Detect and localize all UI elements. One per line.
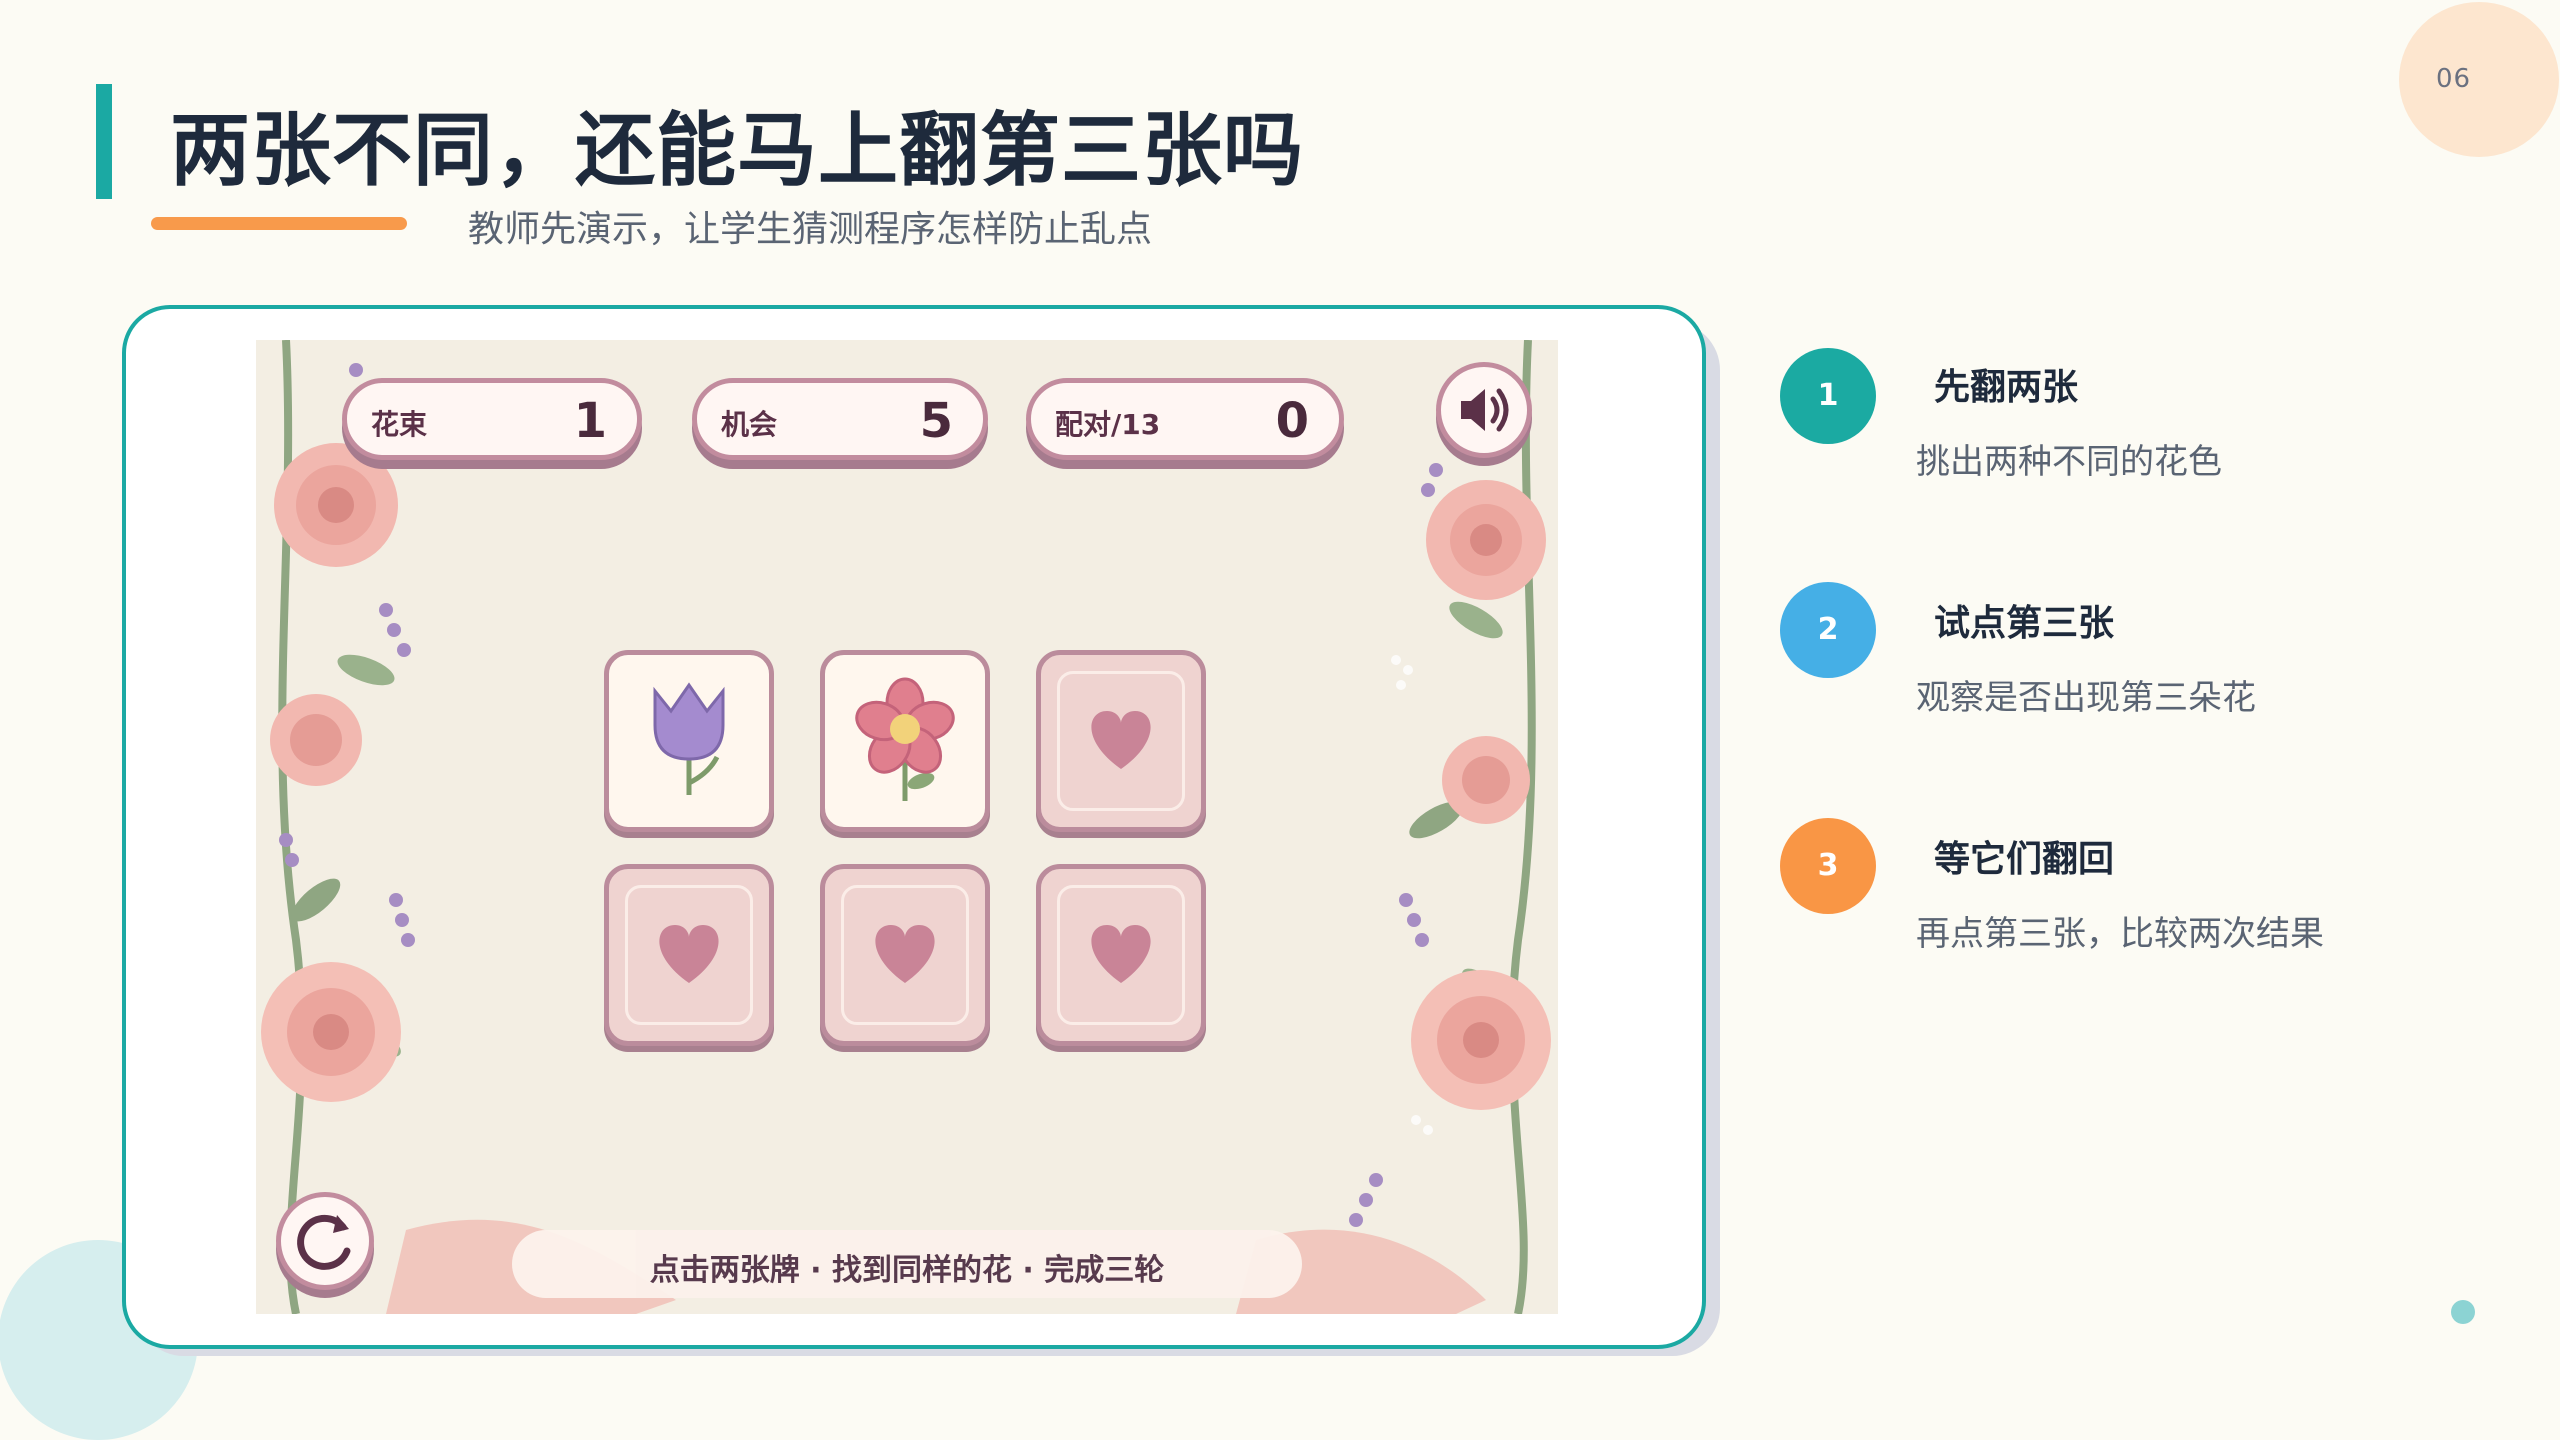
step-2-badge: 2 — [1780, 582, 1876, 678]
card-5[interactable] — [820, 864, 990, 1046]
pairs-label: 配对/13 — [1055, 408, 1161, 441]
replay-button[interactable] — [276, 1192, 374, 1290]
heart-icon — [1091, 925, 1151, 983]
heart-icon — [875, 925, 935, 983]
bouquet-label: 花束 — [371, 408, 428, 441]
chances-value: 5 — [919, 393, 953, 449]
step-3-badge: 3 — [1780, 818, 1876, 914]
card-1[interactable] — [604, 650, 774, 832]
page-subtitle: 教师先演示，让学生猜测程序怎样防止乱点 — [468, 209, 1153, 250]
card-6[interactable] — [1036, 864, 1206, 1046]
hint-text: 点击两张牌 · 找到同样的花 · 完成三轮 — [649, 1253, 1165, 1288]
card-4[interactable] — [604, 864, 774, 1046]
step-3-desc: 再点第三张，比较两次结果 — [1916, 914, 2324, 954]
heart-icon — [1091, 711, 1151, 769]
pairs-counter: 配对/13 0 — [1026, 378, 1344, 460]
decor-dot — [2451, 1300, 2475, 1324]
step-2-desc: 观察是否出现第三朵花 — [1916, 678, 2256, 718]
memory-game-screen: 花束 1 机会 5 配对/13 0 点击两张牌 · 找到同样的花 · 完成三轮 — [256, 340, 1558, 1314]
heart-icon — [659, 925, 719, 983]
title-accent-bar — [96, 84, 112, 199]
step-2-title: 试点第三张 — [1934, 603, 2115, 644]
sound-button[interactable] — [1436, 362, 1532, 458]
step-1-badge: 1 — [1780, 348, 1876, 444]
tulip-icon — [653, 682, 725, 795]
bouquet-value: 1 — [573, 393, 607, 449]
bouquet-counter: 花束 1 — [342, 378, 642, 460]
hint-bar: 点击两张牌 · 找到同样的花 · 完成三轮 — [512, 1230, 1302, 1298]
step-1-title: 先翻两张 — [1934, 367, 2079, 408]
replay-icon — [297, 1214, 351, 1270]
card-2[interactable] — [820, 650, 990, 832]
chances-label: 机会 — [721, 408, 778, 441]
page-number: 06 — [2436, 64, 2472, 94]
page-title: 两张不同，还能马上翻第三张吗 — [170, 104, 1304, 197]
title-underline — [151, 217, 407, 230]
speaker-icon — [1461, 388, 1509, 432]
step-3-title: 等它们翻回 — [1934, 839, 2115, 880]
card-3[interactable] — [1036, 650, 1206, 832]
flower-icon — [855, 677, 955, 801]
pairs-value: 0 — [1275, 393, 1309, 449]
chances-counter: 机会 5 — [692, 378, 988, 460]
step-1-desc: 挑出两种不同的花色 — [1916, 442, 2222, 482]
page-number-badge — [2399, 2, 2559, 157]
